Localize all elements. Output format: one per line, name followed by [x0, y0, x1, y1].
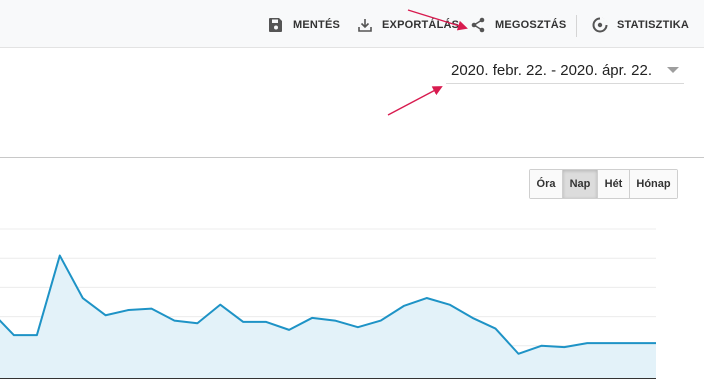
chart-data-point[interactable]: [57, 253, 63, 259]
section-divider: [0, 157, 704, 158]
chart-data-point[interactable]: [492, 326, 498, 332]
chart-data-point[interactable]: [149, 306, 155, 312]
chart-data-point[interactable]: [11, 332, 17, 338]
chart-data-point[interactable]: [378, 318, 384, 324]
save-icon: [267, 16, 285, 34]
share-icon: [469, 16, 487, 34]
top-toolbar: MENTÉS EXPORTÁLÁS MEGOSZTÁS STATISZTIKA: [0, 0, 704, 48]
insights-button[interactable]: STATISZTIKA: [591, 16, 689, 34]
date-range-picker[interactable]: 2020. febr. 22. - 2020. ápr. 22.: [446, 58, 684, 84]
granularity-selector: Óra Nap Hét Hónap: [529, 169, 678, 199]
insights-icon: [591, 16, 609, 34]
annotation-arrow-date: [387, 86, 443, 116]
chart-data-point[interactable]: [355, 324, 361, 330]
traffic-chart: [0, 228, 659, 379]
app-root: MENTÉS EXPORTÁLÁS MEGOSZTÁS STATISZTIKA …: [0, 0, 704, 379]
export-button[interactable]: EXPORTÁLÁS: [356, 16, 459, 34]
chart-data-point[interactable]: [538, 343, 544, 349]
date-range-text: 2020. febr. 22. - 2020. ápr. 22.: [451, 62, 652, 79]
chart-data-point[interactable]: [630, 340, 636, 346]
chart-data-point[interactable]: [194, 320, 200, 326]
chevron-down-icon: [667, 67, 679, 73]
chart-data-point[interactable]: [332, 318, 338, 324]
chart-data-point[interactable]: [401, 303, 407, 309]
chart-data-point[interactable]: [171, 318, 177, 324]
chart-data-point[interactable]: [561, 344, 567, 350]
save-label: MENTÉS: [293, 19, 341, 31]
chart-data-point[interactable]: [584, 340, 590, 346]
insights-label: STATISZTIKA: [617, 19, 690, 31]
share-label: MEGOSZTÁS: [495, 19, 567, 31]
chart-area-fill: [0, 255, 656, 379]
granularity-hour-button[interactable]: Óra: [530, 170, 563, 198]
share-button[interactable]: MEGOSZTÁS: [469, 16, 566, 34]
chart-data-point[interactable]: [447, 302, 453, 308]
granularity-day-button[interactable]: Nap: [563, 170, 598, 198]
chart-data-point[interactable]: [217, 302, 223, 308]
chart-data-point[interactable]: [80, 295, 86, 301]
save-button[interactable]: MENTÉS: [267, 16, 340, 34]
chart-data-point[interactable]: [653, 340, 659, 346]
granularity-month-button[interactable]: Hónap: [630, 170, 677, 198]
toolbar-divider: [576, 15, 577, 37]
chart-data-point[interactable]: [309, 315, 315, 321]
chart-data-point[interactable]: [34, 332, 40, 338]
chart-data-point[interactable]: [263, 319, 269, 325]
chart-data-point[interactable]: [424, 295, 430, 301]
export-label: EXPORTÁLÁS: [382, 19, 460, 31]
chart-data-point[interactable]: [103, 312, 109, 318]
chart-data-point[interactable]: [240, 319, 246, 325]
chart-data-point[interactable]: [126, 307, 132, 313]
granularity-week-button[interactable]: Hét: [598, 170, 630, 198]
download-icon: [356, 16, 374, 34]
chart-data-point[interactable]: [286, 327, 292, 333]
chart-data-point[interactable]: [607, 340, 613, 346]
chart-data-point[interactable]: [470, 315, 476, 321]
chart-data-point[interactable]: [515, 351, 521, 357]
